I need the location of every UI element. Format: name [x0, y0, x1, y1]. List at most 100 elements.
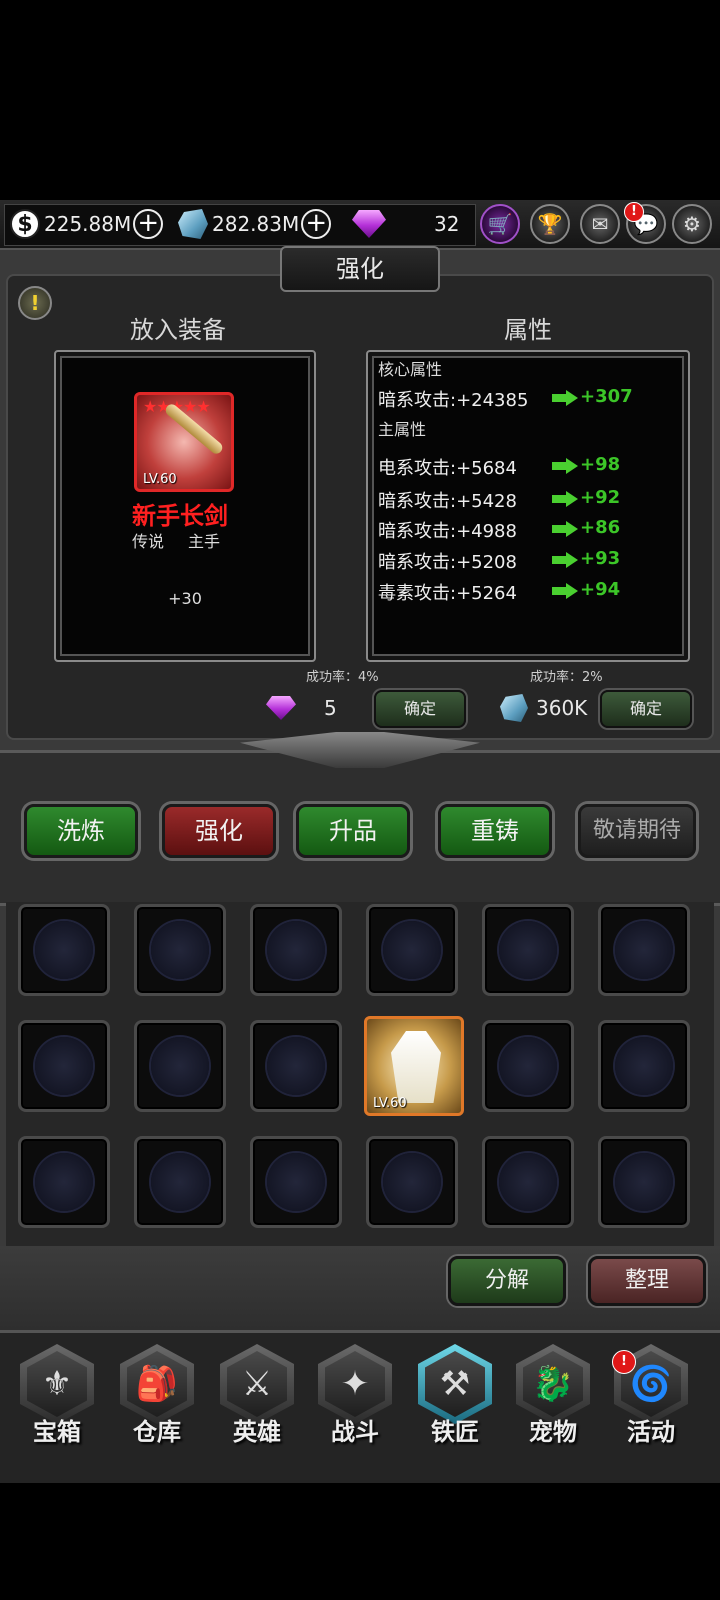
arrow-right-icon — [552, 552, 580, 568]
nav-label: 铁匠 — [431, 1418, 479, 1446]
inventory-slot[interactable] — [482, 1136, 574, 1228]
enhance-level: +30 — [168, 589, 202, 608]
tab-reforge[interactable]: 重铸 — [438, 804, 552, 858]
page-title: 强化 — [280, 246, 440, 292]
mail-button[interactable]: ✉ — [580, 204, 620, 244]
left-success-rate: 成功率：4% — [306, 670, 379, 685]
coin-icon: $ — [10, 209, 40, 239]
nav-item-battle[interactable]: ✦ 战斗 — [310, 1344, 400, 1448]
nav-item-chest[interactable]: ⚜ 宝箱 — [12, 1344, 102, 1448]
gem-cost: 5 — [324, 696, 337, 720]
tab-enhance[interactable]: 强化 — [162, 804, 276, 858]
nav-label: 活动 — [627, 1418, 675, 1446]
confirm-gem-button[interactable]: 确定 — [374, 690, 466, 728]
nav-item-blacksmith[interactable]: ⚒ 铁匠 — [410, 1344, 500, 1448]
main-attr-value: 毒素攻击:+5264 — [378, 583, 517, 604]
inventory-slot[interactable] — [366, 1136, 458, 1228]
arrow-right-icon — [552, 390, 580, 406]
main-attr-value: 暗系攻击:+5428 — [378, 491, 517, 512]
nav-label: 宠物 — [529, 1418, 577, 1446]
item-level: LV.60 — [373, 1096, 407, 1111]
nav-item-warehouse[interactable]: 🎒 仓库 — [112, 1344, 202, 1448]
settings-button[interactable]: ⚙ — [672, 204, 712, 244]
arrow-right-icon — [552, 458, 580, 474]
nav-label: 宝箱 — [33, 1418, 81, 1446]
inventory-slot[interactable] — [18, 904, 110, 996]
trophy-button[interactable]: 🏆 — [530, 204, 570, 244]
main-attr-bonus: +92 — [580, 487, 621, 508]
gear-icon: ⚙ — [683, 212, 701, 236]
crystal-value: 282.83M — [212, 212, 300, 236]
nav-label: 仓库 — [133, 1418, 181, 1446]
equipment-icon[interactable]: ★★★★★ LV.60 — [134, 392, 234, 492]
sort-button[interactable]: 整理 — [588, 1256, 706, 1306]
main-attr-bonus: +93 — [580, 548, 621, 569]
arrow-right-icon — [552, 491, 580, 507]
inventory-slot[interactable] — [134, 1020, 226, 1112]
main-attr-bonus: +98 — [580, 454, 621, 475]
add-gold-button[interactable]: + — [133, 209, 164, 239]
right-success-rate: 成功率：2% — [530, 670, 603, 685]
nav-label: 英雄 — [233, 1418, 281, 1446]
main-attr-value: 暗系攻击:+4988 — [378, 521, 517, 542]
inventory-slot[interactable] — [18, 1020, 110, 1112]
resource-bar: $ 225.88M + 282.83M + 32 🛒 🏆 ✉ 💬 ! ⚙ — [0, 200, 720, 250]
nav-item-pet[interactable]: 🐉 宠物 — [508, 1344, 598, 1448]
chat-alert-icon: ! — [624, 202, 644, 222]
equip-slot-heading: 放入装备 — [130, 316, 226, 344]
main-attr-bonus: +86 — [580, 517, 621, 538]
arrow-right-icon — [552, 521, 580, 537]
robe-icon — [391, 1031, 441, 1103]
confirm-crystal-button[interactable]: 确定 — [600, 690, 692, 728]
game-screen: $ 225.88M + 282.83M + 32 🛒 🏆 ✉ 💬 ! ⚙ 强化 … — [0, 200, 720, 1483]
inventory-slot[interactable] — [482, 904, 574, 996]
gold-resource: $ 225.88M + — [10, 208, 164, 240]
mail-icon: ✉ — [591, 212, 609, 236]
tab-refine[interactable]: 洗炼 — [24, 804, 138, 858]
inventory-slot[interactable] — [598, 904, 690, 996]
anvil-icon: ⚒ — [425, 1351, 485, 1417]
equipment-slot: 主手 — [188, 532, 221, 551]
nav-label: 战斗 — [331, 1418, 379, 1446]
main-attr-bonus: +94 — [580, 579, 621, 600]
gem-value: 32 — [434, 212, 460, 236]
cart-icon: 🛒 — [487, 212, 513, 236]
equipment-rarity: 传说 — [132, 532, 165, 551]
main-attr-label: 主属性 — [378, 420, 427, 439]
inventory-slot[interactable] — [598, 1020, 690, 1112]
battle-icon: ✦ — [325, 1351, 385, 1417]
equipment-name: 新手长剑 — [132, 502, 228, 530]
add-crystal-button[interactable]: + — [301, 209, 332, 239]
inventory-slot[interactable] — [18, 1136, 110, 1228]
chest-icon: ⚜ — [27, 1351, 87, 1417]
inventory-slot[interactable] — [250, 1020, 342, 1112]
inventory-slot[interactable] — [598, 1136, 690, 1228]
tab-coming-soon[interactable]: 敬请期待 — [578, 804, 696, 858]
backpack-icon: 🎒 — [127, 1351, 187, 1417]
inventory-slot[interactable] — [482, 1020, 574, 1112]
arrow-right-icon — [552, 583, 580, 599]
attributes-heading: 属性 — [504, 316, 552, 344]
inventory-slot[interactable] — [134, 1136, 226, 1228]
nav-item-hero[interactable]: ⚔ 英雄 — [212, 1344, 302, 1448]
inventory-slot[interactable] — [250, 1136, 342, 1228]
equipment-level: LV.60 — [143, 472, 177, 487]
core-attr-bonus: +307 — [580, 386, 633, 407]
inventory-slot[interactable] — [250, 904, 342, 996]
hero-icon: ⚔ — [227, 1351, 287, 1417]
decompose-button[interactable]: 分解 — [448, 1256, 566, 1306]
inventory-slot[interactable] — [134, 904, 226, 996]
crystal-resource: 282.83M + — [178, 208, 332, 240]
shop-button[interactable]: 🛒 — [480, 204, 520, 244]
trophy-icon: 🏆 — [537, 212, 563, 236]
gold-value: 225.88M — [44, 212, 132, 236]
gem-resource: 32 — [352, 208, 459, 240]
pet-icon: 🐉 — [523, 1351, 583, 1417]
main-attr-value: 暗系攻击:+5208 — [378, 552, 517, 573]
info-icon[interactable]: ! — [18, 286, 52, 320]
tab-upgrade[interactable]: 升品 — [296, 804, 410, 858]
inventory-item-robe[interactable]: LV.60 — [364, 1016, 464, 1116]
core-attr-label: 核心属性 — [378, 360, 443, 379]
core-attr-value: 暗系攻击:+24385 — [378, 390, 529, 411]
inventory-slot[interactable] — [366, 904, 458, 996]
